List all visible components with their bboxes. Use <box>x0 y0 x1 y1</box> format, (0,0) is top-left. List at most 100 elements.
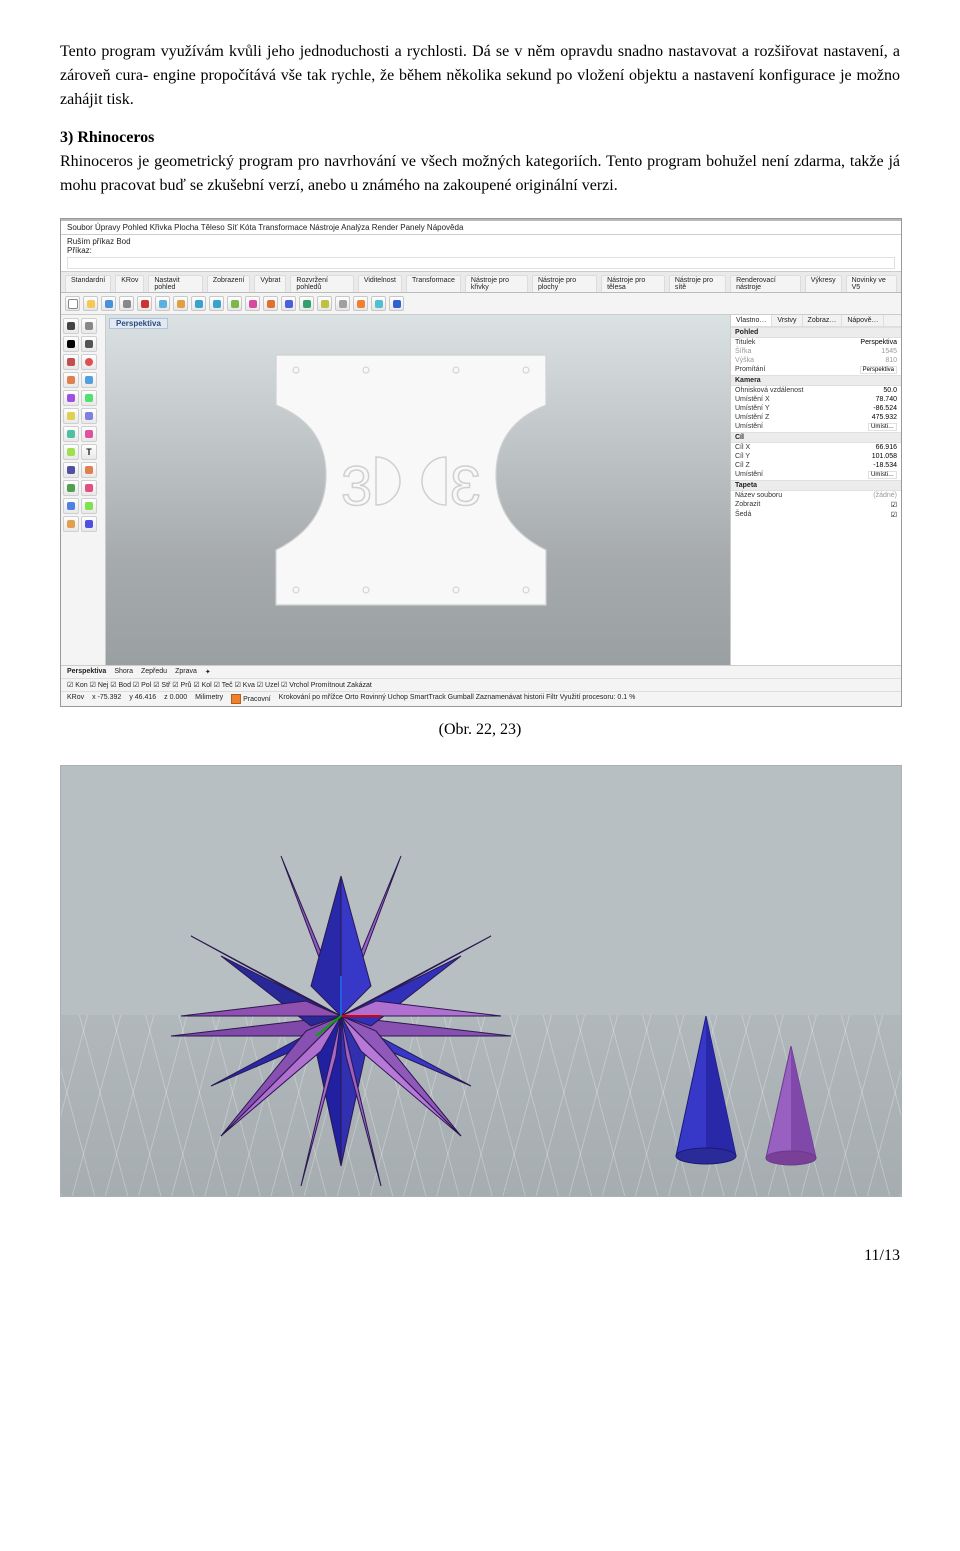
tab-nastroje-telesa[interactable]: Nástroje pro tělesa <box>601 275 665 292</box>
rpane-tab-vlastnosti[interactable]: Vlastno… <box>731 315 772 326</box>
viewtab-add[interactable]: ✦ <box>205 668 211 676</box>
tb-save-icon[interactable] <box>101 296 116 311</box>
tb-gumball-icon[interactable] <box>371 296 386 311</box>
lt-explode-icon[interactable] <box>81 480 97 496</box>
lt-join-icon[interactable] <box>63 480 79 496</box>
tb-print-icon[interactable] <box>119 296 134 311</box>
rpane-tab-vrstvy[interactable]: Vrstvy <box>772 315 802 326</box>
lt-arrow-icon[interactable] <box>63 318 79 334</box>
tb-misc5-icon[interactable] <box>299 296 314 311</box>
tb-render-icon[interactable] <box>317 296 332 311</box>
tb-copy-icon[interactable] <box>155 296 170 311</box>
rpane-cilx-v[interactable]: 66.916 <box>876 444 897 451</box>
tb-misc1-icon[interactable] <box>227 296 242 311</box>
tab-viditelnost[interactable]: Viditelnost <box>358 275 402 292</box>
tb-cplane-icon[interactable] <box>353 296 368 311</box>
lt-move-icon[interactable] <box>63 498 79 514</box>
rpane-cilx-k: Cíl X <box>735 444 750 451</box>
viewport-title[interactable]: Perspektiva <box>109 318 168 329</box>
lt-circle-icon[interactable] <box>81 354 97 370</box>
tab-nastavit-pohled[interactable]: Nastavit pohled <box>148 275 203 292</box>
tb-open-icon[interactable] <box>83 296 98 311</box>
status-pracovni[interactable]: Pracovní <box>231 694 271 704</box>
tb-misc2-icon[interactable] <box>245 296 260 311</box>
tb-misc3-icon[interactable] <box>263 296 278 311</box>
rpane-cilz-v[interactable]: -18.534 <box>873 462 897 469</box>
rpane-umx-v[interactable]: 78.740 <box>876 396 897 403</box>
rhino-properties-panel[interactable]: Vlastno… Vrstvy Zobraz… Nápově… Pohled T… <box>730 315 901 665</box>
tab-render[interactable]: Renderovací nástroje <box>730 275 801 292</box>
tb-help-icon[interactable] <box>389 296 404 311</box>
lt-text-icon[interactable]: T <box>81 444 97 460</box>
rpane-cilum-btn[interactable]: Umísti… <box>868 471 897 479</box>
tab-novinky[interactable]: Novinky ve V5 <box>846 275 897 292</box>
tab-nastroje-site[interactable]: Nástroje pro sítě <box>669 275 726 292</box>
lt-curve-icon[interactable] <box>63 354 79 370</box>
tb-undo-icon[interactable] <box>191 296 206 311</box>
rhino-main-toolbar[interactable] <box>61 293 901 315</box>
tab-nastroje-plochy[interactable]: Nástroje pro plochy <box>532 275 597 292</box>
rpane-umisteni-btn[interactable]: Umísti… <box>868 423 897 431</box>
rhino-toolbar-tabs[interactable]: Standardní KRov Nastavit pohled Zobrazen… <box>61 272 901 293</box>
rhino-status-bar[interactable]: KRov x -75.392 y 46.416 z 0.000 Milimetr… <box>61 691 901 706</box>
rhino-viewport[interactable]: Perspektiva 3 <box>106 315 730 665</box>
lt-solid-icon[interactable] <box>81 408 97 424</box>
status-rest[interactable]: Krokování po mřížce Orto Rovinný Uchop S… <box>279 694 636 704</box>
lt-dim-icon[interactable] <box>63 462 79 478</box>
tab-vybrat[interactable]: Vybrat <box>254 275 286 292</box>
viewtab-zprava[interactable]: Zprava <box>175 668 197 676</box>
lt-polygon-icon[interactable] <box>63 390 79 406</box>
viewtab-perspektiva[interactable]: Perspektiva <box>67 668 106 676</box>
lt-rect-icon[interactable] <box>81 372 97 388</box>
status-units[interactable]: Milimetry <box>195 694 223 704</box>
rhino-command-input[interactable] <box>67 257 895 269</box>
tb-cut-icon[interactable] <box>137 296 152 311</box>
lt-surface-icon[interactable] <box>63 408 79 424</box>
rpane-promitani-v[interactable]: Perspektiva <box>860 366 897 374</box>
rhino-menubar[interactable]: Soubor Úpravy Pohled Křivka Plocha Těles… <box>61 221 901 235</box>
tab-transformace[interactable]: Transformace <box>406 275 461 292</box>
rpane-cily-v[interactable]: 101.058 <box>872 453 897 460</box>
rpane-tab-zobrazeni[interactable]: Zobraz… <box>803 315 843 326</box>
rpane-umx-k: Umístění X <box>735 396 770 403</box>
tab-vykresy[interactable]: Výkresy <box>805 275 842 292</box>
rpane-nazev-v[interactable]: (žádné) <box>873 492 897 499</box>
lt-trim-icon[interactable] <box>81 462 97 478</box>
tb-paste-icon[interactable] <box>173 296 188 311</box>
tab-nastroje-krivky[interactable]: Nástroje pro křivky <box>465 275 528 292</box>
lt-scale-icon[interactable] <box>63 516 79 532</box>
tab-zobrazeni[interactable]: Zobrazení <box>207 275 251 292</box>
viewtab-zepredu[interactable]: Zepředu <box>141 668 167 676</box>
tab-rozvrzeni[interactable]: Rozvržení pohledů <box>290 275 353 292</box>
lt-point-icon[interactable] <box>63 336 79 352</box>
tb-grid-icon[interactable] <box>335 296 350 311</box>
rpane-umy-v[interactable]: -86.524 <box>873 405 897 412</box>
rhino-osnap-bar[interactable]: ☑ Kon ☑ Nej ☑ Bod ☑ Pol ☑ Stř ☑ Prů ☑ Ko… <box>61 678 901 691</box>
rpane-tab-napoveda[interactable]: Nápově… <box>842 315 884 326</box>
lt-extrude-icon[interactable] <box>63 444 79 460</box>
tb-redo-icon[interactable] <box>209 296 224 311</box>
lt-mirror-icon[interactable] <box>81 516 97 532</box>
rpane-titulek-v[interactable]: Perspektiva <box>860 339 897 346</box>
tb-new-icon[interactable] <box>65 296 80 311</box>
status-layer[interactable]: KRov <box>67 694 84 704</box>
rpane-seda-cb[interactable]: ☑ <box>891 511 897 519</box>
rpane-ohn-v[interactable]: 50.0 <box>883 387 897 394</box>
lt-ellipse-icon[interactable] <box>81 390 97 406</box>
tab-krov[interactable]: KRov <box>115 275 144 292</box>
tab-standardni[interactable]: Standardní <box>65 275 111 292</box>
rhino-view-tabs[interactable]: Perspektiva Shora Zepředu Zprava ✦ <box>61 665 901 678</box>
lt-rotate-icon[interactable] <box>81 498 97 514</box>
tb-misc4-icon[interactable] <box>281 296 296 311</box>
lt-line-icon[interactable] <box>81 336 97 352</box>
lt-box-icon[interactable] <box>63 426 79 442</box>
lt-sphere-icon[interactable] <box>81 426 97 442</box>
rpane-umz-v[interactable]: 475.932 <box>872 414 897 421</box>
rhino-command-area[interactable]: Ruším příkaz Bod Příkaz: <box>61 235 901 272</box>
lt-arc-icon[interactable] <box>63 372 79 388</box>
lt-lasso-icon[interactable] <box>81 318 97 334</box>
rhino-left-toolbox[interactable]: T <box>61 315 106 665</box>
rpane-zobrazit-cb[interactable]: ☑ <box>891 501 897 509</box>
rpane-sec-tapeta: Tapeta <box>731 480 901 491</box>
viewtab-shora[interactable]: Shora <box>114 668 133 676</box>
